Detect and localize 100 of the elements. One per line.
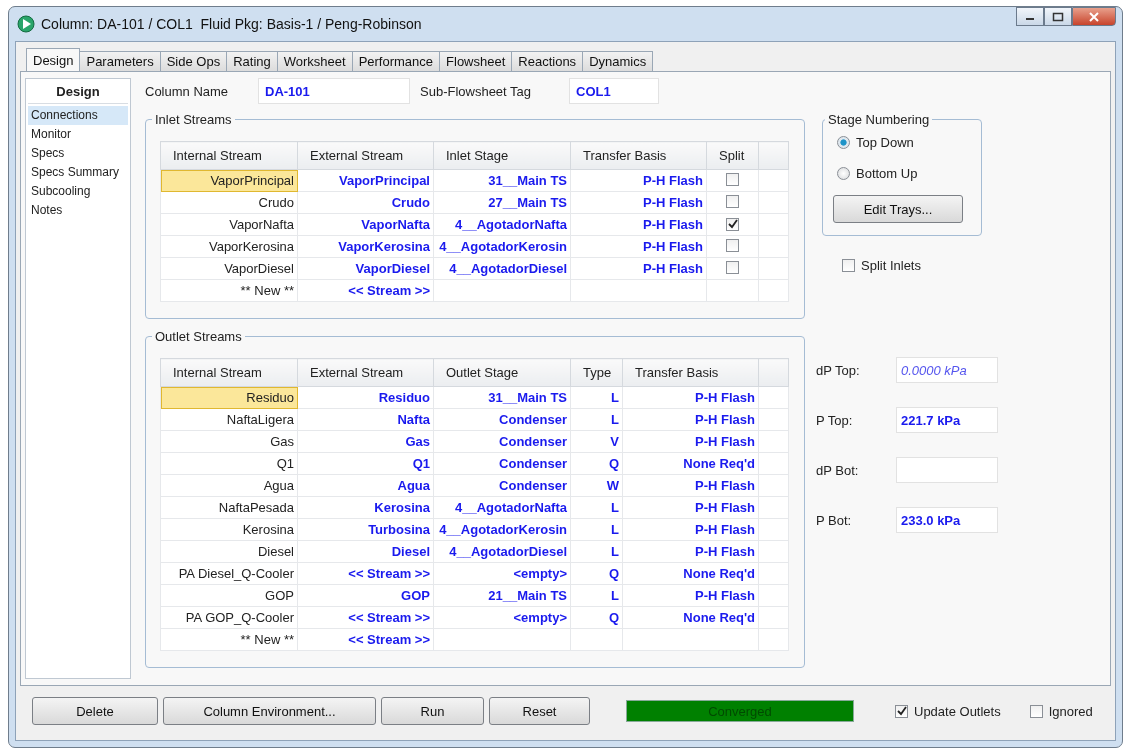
table-cell[interactable]: GOP xyxy=(297,584,434,607)
column-name-field[interactable]: DA-101 xyxy=(258,78,410,104)
action-button[interactable]: Delete xyxy=(32,697,158,725)
action-button[interactable]: Reset xyxy=(489,697,590,725)
table-cell[interactable]: P-H Flash xyxy=(570,257,707,280)
sub-flowsheet-tag-field[interactable]: COL1 xyxy=(569,78,659,104)
checkbox[interactable] xyxy=(726,172,739,186)
checkbox[interactable] xyxy=(726,260,739,274)
table-cell[interactable]: Kerosina xyxy=(160,518,298,541)
table-cell[interactable]: Q1 xyxy=(297,452,434,475)
table-cell[interactable]: Nafta xyxy=(297,408,434,431)
table-cell[interactable]: 4__AgotadorNafta xyxy=(433,213,571,236)
table-cell[interactable]: Condenser xyxy=(433,474,571,497)
table-cell[interactable]: Residuo xyxy=(160,386,298,409)
minimize-button[interactable] xyxy=(1016,7,1044,26)
table-cell[interactable]: VaporNafta xyxy=(160,213,298,236)
table-cell[interactable]: 21__Main TS xyxy=(433,584,571,607)
table-cell[interactable]: VaporDiesel xyxy=(160,257,298,280)
table-cell[interactable]: Agua xyxy=(297,474,434,497)
table-cell[interactable]: Condenser xyxy=(433,408,571,431)
table-cell[interactable]: GOP xyxy=(160,584,298,607)
table-cell[interactable]: ** New ** xyxy=(160,279,298,302)
table-cell[interactable]: P-H Flash xyxy=(570,213,707,236)
table-cell[interactable]: None Req'd xyxy=(622,606,759,629)
table-cell[interactable]: VaporNafta xyxy=(297,213,434,236)
table-cell[interactable]: << Stream >> xyxy=(297,562,434,585)
maximize-button[interactable] xyxy=(1044,7,1072,26)
table-cell[interactable]: 31__Main TS xyxy=(433,169,571,192)
table-cell[interactable]: Agua xyxy=(160,474,298,497)
table-cell[interactable]: Residuo xyxy=(297,386,434,409)
table-cell[interactable]: VaporPrincipal xyxy=(297,169,434,192)
action-button[interactable]: Run xyxy=(381,697,484,725)
table-cell[interactable]: PA Diesel_Q-Cooler xyxy=(160,562,298,585)
table-cell[interactable]: P-H Flash xyxy=(622,540,759,563)
sidebar-item[interactable]: Connections xyxy=(28,106,128,125)
table-cell[interactable]: 4__AgotadorDiesel xyxy=(433,540,571,563)
table-cell[interactable]: P-H Flash xyxy=(622,386,759,409)
sidebar-item[interactable]: Specs xyxy=(28,144,128,163)
table-cell[interactable]: 27__Main TS xyxy=(433,191,571,214)
tab[interactable]: Design xyxy=(26,48,81,72)
table-cell[interactable]: <empty> xyxy=(433,606,571,629)
table-cell[interactable]: Gas xyxy=(160,430,298,453)
table-cell[interactable]: P-H Flash xyxy=(622,408,759,431)
checkbox[interactable] xyxy=(842,259,855,272)
table-cell[interactable]: VaporPrincipal xyxy=(160,169,298,192)
table-cell[interactable]: P-H Flash xyxy=(622,496,759,519)
pressure-field[interactable]: 233.0 kPa xyxy=(896,507,998,533)
table-cell[interactable]: P-H Flash xyxy=(570,191,707,214)
tab[interactable]: Dynamics xyxy=(582,51,654,72)
table-cell[interactable]: None Req'd xyxy=(622,562,759,585)
table-cell[interactable]: Crudo xyxy=(297,191,434,214)
pressure-field[interactable] xyxy=(896,457,998,483)
table-cell[interactable]: P-H Flash xyxy=(622,474,759,497)
table-cell[interactable]: Condenser xyxy=(433,452,571,475)
sidebar-item[interactable]: Subcooling xyxy=(28,182,128,201)
checkbox[interactable] xyxy=(1029,704,1043,718)
action-button[interactable]: Column Environment... xyxy=(163,697,376,725)
table-cell[interactable]: << Stream >> xyxy=(297,606,434,629)
table-cell[interactable]: P-H Flash xyxy=(622,430,759,453)
checkbox[interactable] xyxy=(726,238,739,252)
table-cell[interactable]: << Stream >> xyxy=(297,628,434,651)
sidebar-item[interactable]: Monitor xyxy=(28,125,128,144)
table-cell[interactable]: P-H Flash xyxy=(622,584,759,607)
pressure-field[interactable]: 221.7 kPa xyxy=(896,407,998,433)
table-cell[interactable]: 4__AgotadorNafta xyxy=(433,496,571,519)
table-cell[interactable]: NaftaLigera xyxy=(160,408,298,431)
close-button[interactable] xyxy=(1072,7,1116,26)
table-cell[interactable]: <empty> xyxy=(433,562,571,585)
table-cell[interactable]: 4__AgotadorKerosin xyxy=(433,518,571,541)
table-cell[interactable]: P-H Flash xyxy=(622,518,759,541)
table-cell[interactable]: None Req'd xyxy=(622,452,759,475)
tab[interactable]: Reactions xyxy=(511,51,584,72)
table-cell[interactable]: PA GOP_Q-Cooler xyxy=(160,606,298,629)
edit-trays-button[interactable]: Edit Trays... xyxy=(833,195,963,223)
table-cell[interactable]: Turbosina xyxy=(297,518,434,541)
checkbox[interactable] xyxy=(726,194,739,208)
table-cell[interactable]: << Stream >> xyxy=(297,279,434,302)
table-cell[interactable]: P-H Flash xyxy=(570,169,707,192)
table-cell[interactable]: Gas xyxy=(297,430,434,453)
tab[interactable]: Parameters xyxy=(79,51,161,72)
radio-button[interactable] xyxy=(837,136,850,149)
table-cell[interactable]: 4__AgotadorKerosin xyxy=(433,235,571,258)
table-cell[interactable]: Diesel xyxy=(297,540,434,563)
table-cell[interactable]: Crudo xyxy=(160,191,298,214)
pressure-field[interactable]: 0.0000 kPa xyxy=(896,357,998,383)
table-cell[interactable]: Condenser xyxy=(433,430,571,453)
table-cell[interactable]: 31__Main TS xyxy=(433,386,571,409)
sidebar-item[interactable]: Notes xyxy=(28,201,128,220)
table-cell[interactable]: P-H Flash xyxy=(570,235,707,258)
checkbox[interactable] xyxy=(895,704,908,718)
table-cell[interactable]: NaftaPesada xyxy=(160,496,298,519)
radio-button[interactable] xyxy=(837,167,850,180)
table-cell[interactable]: ** New ** xyxy=(160,628,298,651)
table-cell[interactable]: Q1 xyxy=(160,452,298,475)
sidebar-item[interactable]: Specs Summary xyxy=(28,163,128,182)
table-cell[interactable]: VaporKerosina xyxy=(160,235,298,258)
table-cell[interactable]: VaporKerosina xyxy=(297,235,434,258)
tab[interactable]: Rating xyxy=(226,51,278,72)
checkbox[interactable] xyxy=(726,217,739,231)
table-cell[interactable]: Kerosina xyxy=(297,496,434,519)
